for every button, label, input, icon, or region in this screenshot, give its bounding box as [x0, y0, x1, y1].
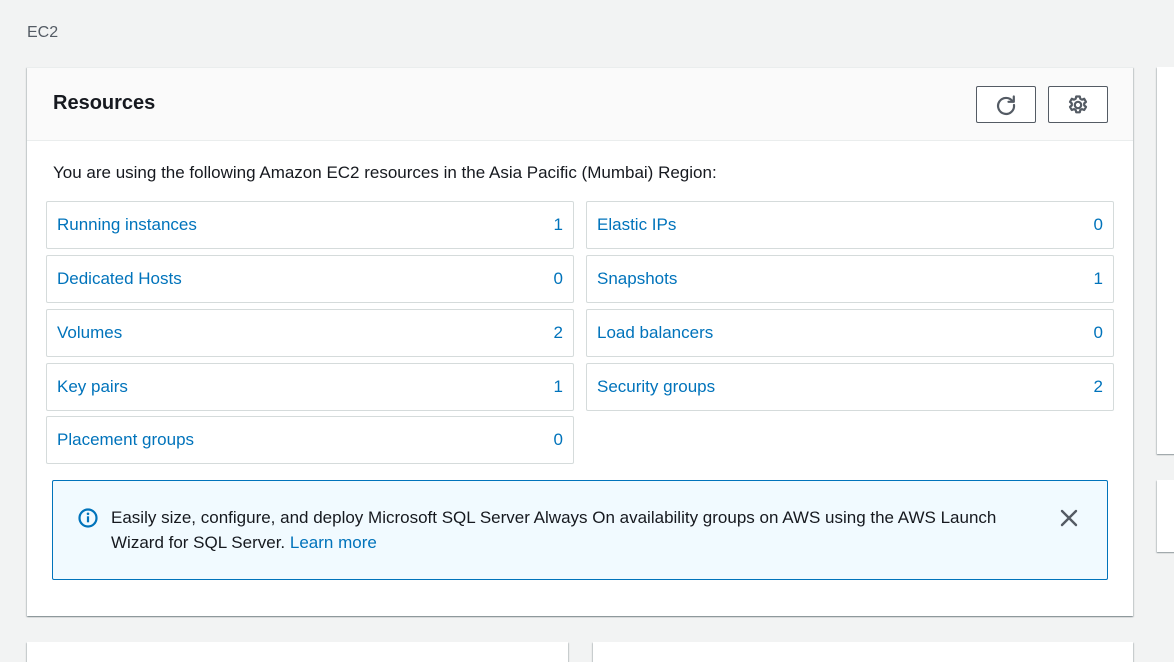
close-icon — [1060, 509, 1078, 527]
resource-count[interactable]: 0 — [1094, 215, 1103, 235]
resource-dedicated-hosts: Dedicated Hosts 0 — [46, 255, 574, 303]
info-alert: Easily size, configure, and deploy Micro… — [52, 480, 1108, 580]
panel-header: Resources — [27, 68, 1133, 141]
gear-icon — [1068, 94, 1088, 113]
resource-label[interactable]: Load balancers — [597, 323, 713, 343]
resource-security-groups: Security groups 2 — [586, 363, 1114, 411]
resource-key-pairs: Key pairs 1 — [46, 363, 574, 411]
resource-count[interactable]: 0 — [554, 269, 563, 289]
panel-title: Resources — [53, 92, 156, 114]
resource-running-instances: Running instances 1 — [46, 201, 574, 249]
resource-count[interactable]: 1 — [1094, 269, 1103, 289]
breadcrumb[interactable]: EC2 — [27, 24, 58, 42]
bottom-left-card — [27, 642, 568, 662]
resource-count[interactable]: 2 — [554, 323, 563, 343]
resource-count[interactable]: 1 — [554, 377, 563, 397]
resource-placement-groups: Placement groups 0 — [46, 416, 574, 464]
settings-button[interactable] — [1048, 86, 1108, 123]
resource-volumes: Volumes 2 — [46, 309, 574, 357]
resource-label[interactable]: Running instances — [57, 215, 197, 235]
resource-label[interactable]: Placement groups — [57, 430, 194, 450]
resource-label[interactable]: Security groups — [597, 377, 715, 397]
resource-elastic-ips: Elastic IPs 0 — [586, 201, 1114, 249]
resources-panel: Resources You are using the following Am… — [27, 67, 1133, 616]
info-icon — [77, 507, 99, 534]
alert-message: Easily size, configure, and deploy Micro… — [111, 505, 1041, 555]
resource-label[interactable]: Dedicated Hosts — [57, 269, 182, 289]
side-card-bottom — [1157, 480, 1174, 552]
resource-count[interactable]: 0 — [554, 430, 563, 450]
resource-label[interactable]: Elastic IPs — [597, 215, 676, 235]
refresh-icon — [996, 94, 1016, 115]
resource-label[interactable]: Key pairs — [57, 377, 128, 397]
alert-text: Easily size, configure, and deploy Micro… — [111, 508, 997, 552]
resource-count[interactable]: 1 — [554, 215, 563, 235]
close-alert-button[interactable] — [1057, 506, 1081, 530]
resource-label[interactable]: Volumes — [57, 323, 122, 343]
bottom-right-card — [593, 642, 1133, 662]
resource-label[interactable]: Snapshots — [597, 269, 677, 289]
resources-intro: You are using the following Amazon EC2 r… — [53, 163, 717, 182]
resource-snapshots: Snapshots 1 — [586, 255, 1114, 303]
refresh-button[interactable] — [976, 86, 1036, 123]
side-card-top — [1157, 67, 1174, 454]
learn-more-link[interactable]: Learn more — [290, 533, 377, 552]
resource-count[interactable]: 2 — [1094, 377, 1103, 397]
resource-load-balancers: Load balancers 0 — [586, 309, 1114, 357]
resource-count[interactable]: 0 — [1094, 323, 1103, 343]
